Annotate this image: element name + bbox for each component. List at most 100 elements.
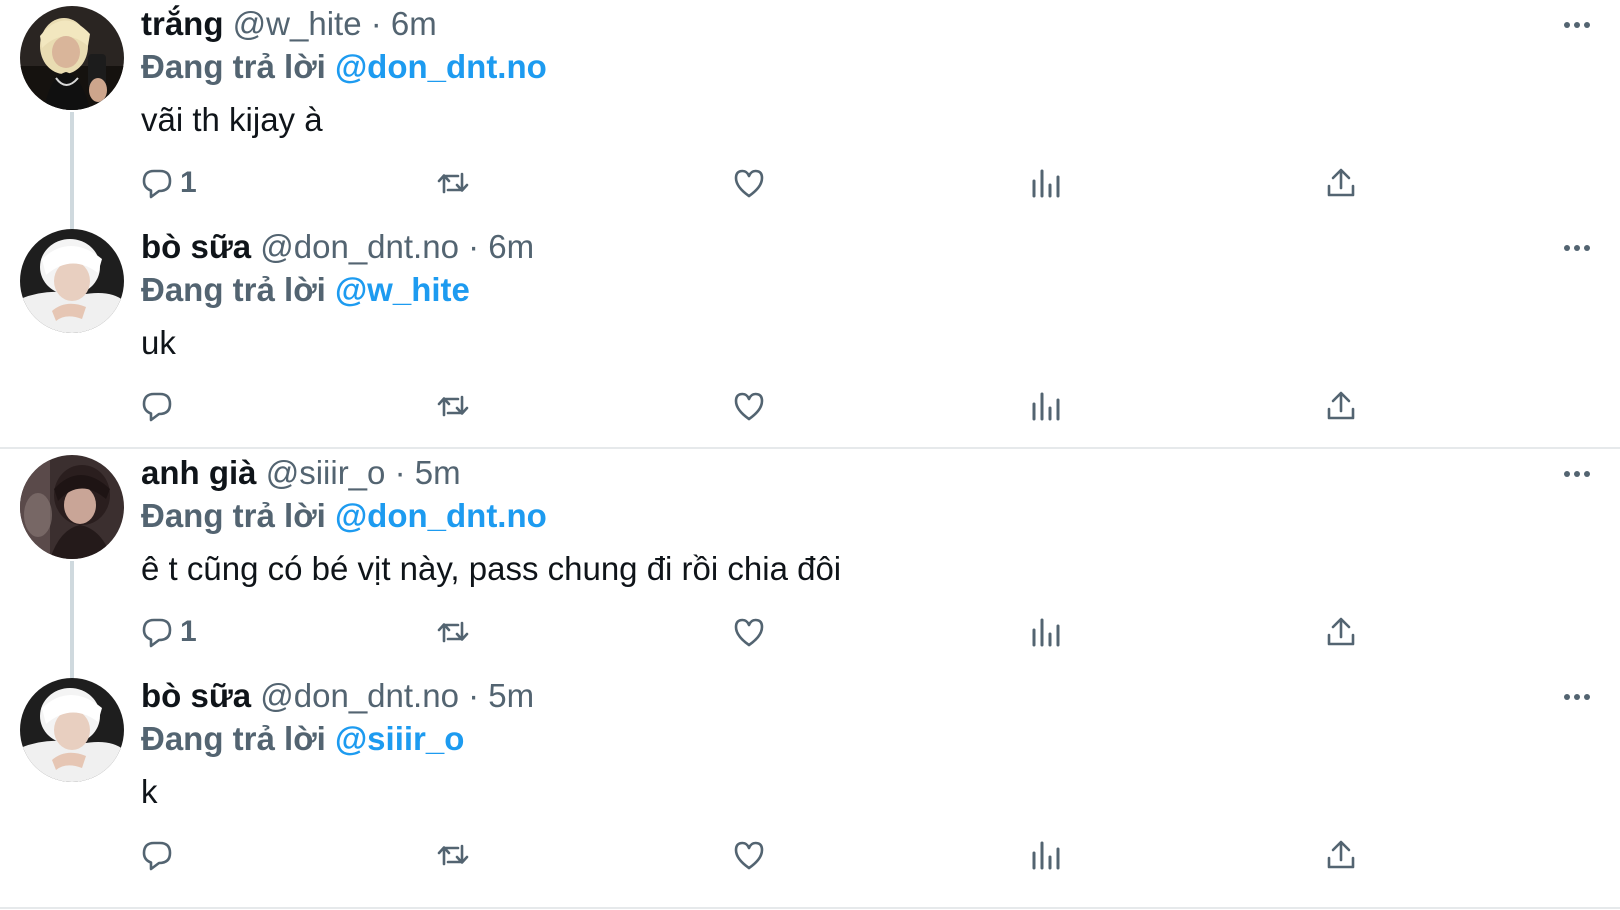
replying-label: Đang trả lời bbox=[141, 271, 326, 308]
like-button[interactable] bbox=[732, 612, 766, 652]
views-button[interactable] bbox=[1029, 835, 1063, 875]
timestamp[interactable]: 6m bbox=[488, 228, 534, 265]
mention-link[interactable]: @siiir_o bbox=[335, 720, 464, 757]
replying-to: Đang trả lời @w_hite bbox=[141, 268, 470, 312]
tweet[interactable]: bò sữa @don_dnt.no · 5m Đang trả lời @si… bbox=[0, 672, 1620, 902]
replying-to: Đang trả lời @siiir_o bbox=[141, 717, 464, 761]
tweet-text: vãi th kijay à bbox=[141, 101, 323, 138]
more-dots-icon bbox=[1564, 471, 1590, 477]
reply-count: 1 bbox=[180, 166, 197, 199]
more-dots-icon bbox=[1564, 245, 1590, 251]
avatar[interactable] bbox=[20, 6, 124, 110]
reply-button[interactable]: 1 bbox=[140, 612, 197, 652]
separator-dot: · bbox=[468, 677, 480, 714]
action-bar bbox=[0, 835, 1620, 879]
retweet-button[interactable] bbox=[436, 163, 470, 203]
display-name[interactable]: trắng bbox=[141, 5, 224, 42]
mention-link[interactable]: @w_hite bbox=[335, 271, 470, 308]
avatar-blonde-icon bbox=[20, 6, 124, 110]
views-button[interactable] bbox=[1029, 386, 1063, 426]
timestamp[interactable]: 6m bbox=[391, 5, 437, 42]
action-bar bbox=[0, 386, 1620, 430]
share-upload-icon bbox=[1327, 617, 1355, 646]
avatar-white-hair-icon bbox=[20, 678, 124, 782]
avatar[interactable] bbox=[20, 229, 124, 333]
separator-dot: · bbox=[370, 5, 382, 42]
share-button[interactable] bbox=[1324, 612, 1358, 652]
avatar[interactable] bbox=[20, 678, 124, 782]
reply-button[interactable] bbox=[140, 835, 180, 875]
heart-icon bbox=[734, 841, 764, 870]
share-upload-icon bbox=[1327, 391, 1355, 420]
more-dots-icon bbox=[1564, 694, 1590, 700]
retweet-button[interactable] bbox=[436, 612, 470, 652]
mention-link[interactable]: @don_dnt.no bbox=[335, 48, 547, 85]
user-handle[interactable]: @don_dnt.no bbox=[260, 228, 459, 265]
reply-bubble-icon bbox=[142, 618, 172, 648]
reply-bubble-icon bbox=[142, 392, 172, 422]
timestamp[interactable]: 5m bbox=[415, 454, 461, 491]
share-button[interactable] bbox=[1324, 386, 1358, 426]
avatar-white-hair-icon bbox=[20, 229, 124, 333]
share-button[interactable] bbox=[1324, 835, 1358, 875]
retweet-button[interactable] bbox=[436, 386, 470, 426]
heart-icon bbox=[734, 618, 764, 647]
avatar[interactable] bbox=[20, 455, 124, 559]
share-upload-icon bbox=[1327, 168, 1355, 197]
more-options-button[interactable] bbox=[1560, 684, 1594, 710]
tweet-header: bò sữa @don_dnt.no · 6m bbox=[141, 225, 534, 269]
views-bar-chart-icon bbox=[1032, 841, 1060, 870]
avatar-dark-hair-icon bbox=[20, 455, 124, 559]
replying-label: Đang trả lời bbox=[141, 720, 326, 757]
user-handle[interactable]: @don_dnt.no bbox=[260, 677, 459, 714]
replying-label: Đang trả lời bbox=[141, 497, 326, 534]
retweet-icon bbox=[437, 395, 469, 417]
retweet-button[interactable] bbox=[436, 835, 470, 875]
action-bar: 1 bbox=[0, 163, 1620, 207]
user-handle[interactable]: @siiir_o bbox=[266, 454, 386, 491]
user-handle[interactable]: @w_hite bbox=[233, 5, 362, 42]
replying-to: Đang trả lời @don_dnt.no bbox=[141, 494, 547, 538]
reply-bubble-icon bbox=[142, 841, 172, 871]
display-name[interactable]: bò sữa bbox=[141, 677, 251, 714]
tweet-text: uk bbox=[141, 324, 176, 361]
views-bar-chart-icon bbox=[1032, 618, 1060, 647]
reply-button[interactable]: 1 bbox=[140, 163, 197, 203]
tweet-header: trắng @w_hite · 6m bbox=[141, 2, 437, 46]
more-options-button[interactable] bbox=[1560, 235, 1594, 261]
share-upload-icon bbox=[1327, 840, 1355, 869]
like-button[interactable] bbox=[732, 386, 766, 426]
more-options-button[interactable] bbox=[1560, 12, 1594, 38]
reply-button[interactable] bbox=[140, 386, 180, 426]
retweet-icon bbox=[437, 172, 469, 194]
tweet-header: bò sữa @don_dnt.no · 5m bbox=[141, 674, 534, 718]
tweet[interactable]: anh già @siiir_o · 5m Đang trả lời @don_… bbox=[0, 449, 1620, 683]
more-dots-icon bbox=[1564, 22, 1590, 28]
thread-1: trắng @w_hite · 6m Đang trả lời @don_dnt… bbox=[0, 0, 1620, 448]
heart-icon bbox=[734, 392, 764, 421]
separator-dot: · bbox=[394, 454, 406, 491]
display-name[interactable]: anh già bbox=[141, 454, 257, 491]
views-button[interactable] bbox=[1029, 612, 1063, 652]
tweet-header: anh già @siiir_o · 5m bbox=[141, 451, 461, 495]
tweet-text: k bbox=[141, 773, 158, 810]
views-bar-chart-icon bbox=[1032, 392, 1060, 421]
heart-icon bbox=[734, 169, 764, 198]
retweet-icon bbox=[437, 621, 469, 643]
retweet-icon bbox=[437, 844, 469, 866]
action-bar: 1 bbox=[0, 612, 1620, 656]
timestamp[interactable]: 5m bbox=[488, 677, 534, 714]
views-button[interactable] bbox=[1029, 163, 1063, 203]
mention-link[interactable]: @don_dnt.no bbox=[335, 497, 547, 534]
reply-bubble-icon bbox=[142, 169, 172, 199]
tweet[interactable]: trắng @w_hite · 6m Đang trả lời @don_dnt… bbox=[0, 0, 1620, 234]
share-button[interactable] bbox=[1324, 163, 1358, 203]
tweet[interactable]: bò sữa @don_dnt.no · 6m Đang trả lời @w_… bbox=[0, 223, 1620, 453]
like-button[interactable] bbox=[732, 163, 766, 203]
replying-label: Đang trả lời bbox=[141, 48, 326, 85]
display-name[interactable]: bò sữa bbox=[141, 228, 251, 265]
separator-dot: · bbox=[468, 228, 480, 265]
more-options-button[interactable] bbox=[1560, 461, 1594, 487]
like-button[interactable] bbox=[732, 835, 766, 875]
thread-divider bbox=[0, 907, 1620, 909]
